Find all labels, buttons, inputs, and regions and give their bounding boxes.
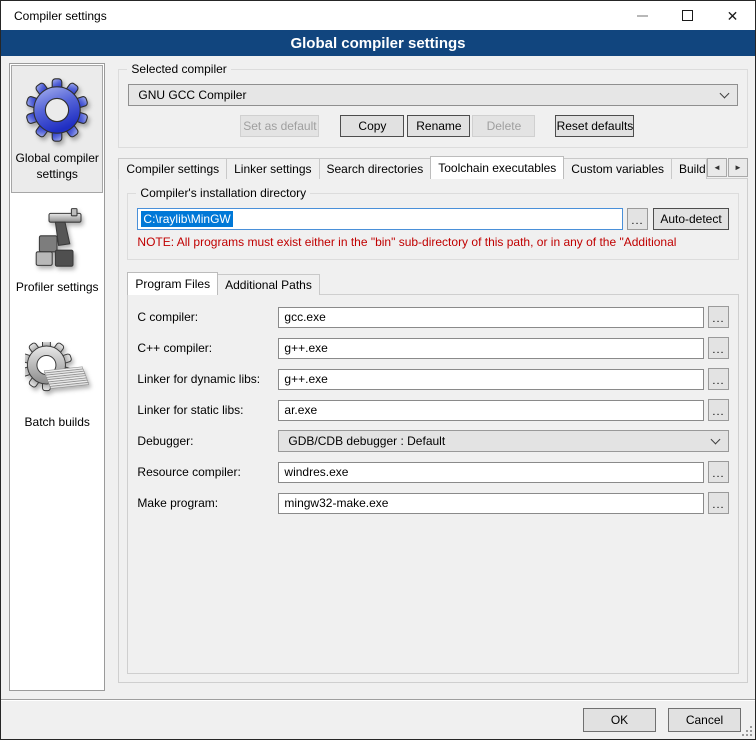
titlebar: Compiler settings ✕ xyxy=(1,1,755,30)
dialog-header-title: Global compiler settings xyxy=(290,35,465,52)
arrow-left-icon: ◄ xyxy=(713,163,721,172)
sidebar-item-profiler-settings[interactable]: Profiler settings xyxy=(11,195,103,306)
tab-compiler-settings[interactable]: Compiler settings xyxy=(118,158,227,179)
close-button[interactable]: ✕ xyxy=(710,1,755,30)
resource-compiler-label: Resource compiler: xyxy=(137,465,278,479)
c-compiler-label: C compiler: xyxy=(137,310,278,324)
static-linker-input[interactable]: ar.exe xyxy=(278,400,704,421)
field-row: Debugger: GDB/CDB debugger : Default xyxy=(137,430,729,452)
blue-gear-icon xyxy=(25,78,89,142)
make-program-label: Make program: xyxy=(137,496,278,510)
set-as-default-button: Set as default xyxy=(240,115,319,137)
make-program-value: mingw32-make.exe xyxy=(284,496,388,510)
sidebar-item-label: Batch builds xyxy=(25,415,90,431)
reset-defaults-button[interactable]: Reset defaults xyxy=(555,115,634,137)
tab-linker-settings[interactable]: Linker settings xyxy=(226,158,319,179)
resource-compiler-browse-button[interactable]: ... xyxy=(708,461,729,483)
field-row: Linker for dynamic libs: g++.exe ... xyxy=(137,368,729,390)
install-dir-browse-button[interactable]: ... xyxy=(627,208,648,230)
debugger-value: GDB/CDB debugger : Default xyxy=(288,434,712,448)
debugger-select[interactable]: GDB/CDB debugger : Default xyxy=(278,430,729,452)
tab-search-directories[interactable]: Search directories xyxy=(319,158,432,179)
subtab-additional-paths[interactable]: Additional Paths xyxy=(217,274,320,295)
sidebar-item-label: Global compiler settings xyxy=(15,151,99,182)
window-controls: ✕ xyxy=(620,1,755,30)
static-linker-value: ar.exe xyxy=(284,403,317,417)
main-panel: Selected compiler GNU GCC Compiler Set a… xyxy=(118,63,748,699)
tab-custom-variables[interactable]: Custom variables xyxy=(563,158,672,179)
cpp-compiler-browse-button[interactable]: ... xyxy=(708,337,729,359)
static-linker-label: Linker for static libs: xyxy=(137,403,278,417)
c-compiler-browse-button[interactable]: ... xyxy=(708,306,729,328)
program-files-page: C compiler: gcc.exe ... C++ compiler: g+… xyxy=(127,294,739,674)
install-dir-row: C:\raylib\MinGW ... Auto-detect xyxy=(137,208,729,230)
c-compiler-value: gcc.exe xyxy=(284,310,325,324)
compiler-settings-window: { "window": { "title": "Compiler setting… xyxy=(0,0,756,740)
field-row: Resource compiler: windres.exe ... xyxy=(137,461,729,483)
selected-compiler-legend: Selected compiler xyxy=(127,62,230,76)
make-program-input[interactable]: mingw32-make.exe xyxy=(278,493,704,514)
field-row: Make program: mingw32-make.exe ... xyxy=(137,492,729,514)
field-row: C++ compiler: g++.exe ... xyxy=(137,337,729,359)
subtab-program-files[interactable]: Program Files xyxy=(127,272,218,295)
field-row: C compiler: gcc.exe ... xyxy=(137,306,729,328)
auto-detect-button[interactable]: Auto-detect xyxy=(653,208,729,230)
tab-scroll-left-button[interactable]: ◄ xyxy=(707,158,727,177)
cancel-button[interactable]: Cancel xyxy=(668,708,741,732)
sidebar-item-label: Profiler settings xyxy=(16,280,99,296)
compiler-actions: Set as default Copy Rename Delete Reset … xyxy=(128,115,738,137)
maximize-button[interactable] xyxy=(665,1,710,30)
rename-button[interactable]: Rename xyxy=(407,115,470,137)
minimize-icon xyxy=(637,15,648,17)
bin-subdirectory-note: NOTE: All programs must exist either in … xyxy=(137,235,729,249)
toolchain-executables-page: Compiler's installation directory C:\ray… xyxy=(118,178,748,683)
resource-compiler-value: windres.exe xyxy=(284,465,348,479)
field-row: Linker for static libs: ar.exe ... xyxy=(137,399,729,421)
chevron-down-icon xyxy=(711,434,721,444)
c-compiler-input[interactable]: gcc.exe xyxy=(278,307,704,328)
window-title: Compiler settings xyxy=(1,9,107,23)
install-dir-value: C:\raylib\MinGW xyxy=(141,211,232,227)
tab-build-options[interactable]: Build options xyxy=(671,158,707,179)
compiler-select[interactable]: GNU GCC Compiler xyxy=(128,84,738,106)
resource-compiler-input[interactable]: windres.exe xyxy=(278,462,704,483)
settings-tabs: Compiler settings Linker settings Search… xyxy=(118,156,748,179)
install-dir-legend: Compiler's installation directory xyxy=(136,186,310,200)
debugger-label: Debugger: xyxy=(137,434,278,448)
install-dir-group: Compiler's installation directory C:\ray… xyxy=(127,193,739,260)
minimize-button xyxy=(620,1,665,30)
tab-toolchain-executables[interactable]: Toolchain executables xyxy=(430,156,564,179)
sidebar-item-global-compiler-settings[interactable]: Global compiler settings xyxy=(11,65,103,193)
dynamic-linker-label: Linker for dynamic libs: xyxy=(137,372,278,386)
programs-subtabs: Program Files Additional Paths xyxy=(127,272,739,295)
tab-scroll-arrows: ◄ ► xyxy=(707,158,748,177)
cpp-compiler-value: g++.exe xyxy=(284,341,327,355)
resize-grip[interactable] xyxy=(742,726,752,736)
ok-button[interactable]: OK xyxy=(583,708,656,732)
settings-category-list: Global compiler settings Profile xyxy=(9,63,105,691)
caliper-icon xyxy=(25,207,89,271)
arrow-right-icon: ► xyxy=(734,163,742,172)
selected-compiler-group: Selected compiler GNU GCC Compiler Set a… xyxy=(118,69,748,148)
copy-button[interactable]: Copy xyxy=(340,115,404,137)
compiler-select-value: GNU GCC Compiler xyxy=(138,88,721,102)
dialog-footer: OK Cancel xyxy=(1,699,755,739)
dynamic-linker-input[interactable]: g++.exe xyxy=(278,369,704,390)
make-program-browse-button[interactable]: ... xyxy=(708,492,729,514)
cpp-compiler-input[interactable]: g++.exe xyxy=(278,338,704,359)
maximize-icon xyxy=(682,10,693,21)
chevron-down-icon xyxy=(720,88,730,98)
static-linker-browse-button[interactable]: ... xyxy=(708,399,729,421)
dialog-header: Global compiler settings xyxy=(1,30,755,56)
install-dir-input[interactable]: C:\raylib\MinGW xyxy=(137,208,623,230)
dynamic-linker-value: g++.exe xyxy=(284,372,327,386)
tab-scroll-right-button[interactable]: ► xyxy=(728,158,748,177)
sidebar-item-batch-builds[interactable]: Batch builds xyxy=(11,330,103,441)
content: Global compiler settings Profile xyxy=(1,56,755,699)
close-icon: ✕ xyxy=(727,9,739,23)
dynamic-linker-browse-button[interactable]: ... xyxy=(708,368,729,390)
cpp-compiler-label: C++ compiler: xyxy=(137,341,278,355)
gray-gear-stack-icon xyxy=(25,342,89,406)
delete-button: Delete xyxy=(472,115,535,137)
